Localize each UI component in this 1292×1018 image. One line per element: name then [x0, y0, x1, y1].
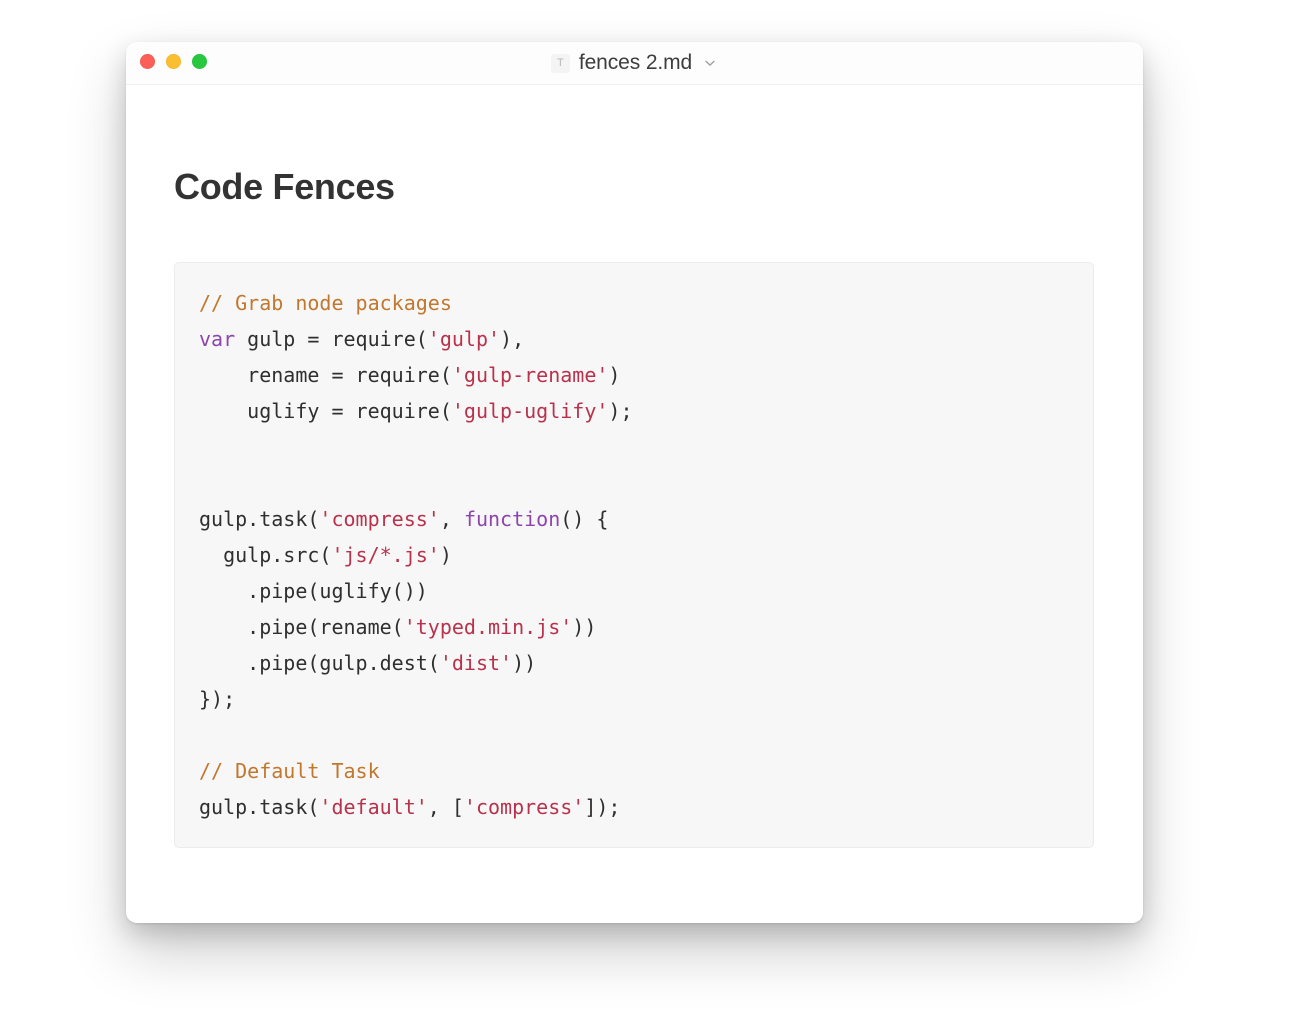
code-token-keyword: var [199, 327, 236, 351]
code-line: // Default Task [199, 753, 1093, 789]
code-token-plain: gulp.task( [199, 795, 320, 819]
window-titlebar[interactable]: T fences 2.md [126, 42, 1143, 85]
code-token-plain: rename = require( [199, 363, 452, 387]
code-token-plain: ]); [584, 795, 621, 819]
page-title: Code Fences [174, 166, 395, 207]
maximize-window-button[interactable] [192, 54, 207, 69]
screen: T fences 2.md Code Fences // Grab node p… [0, 0, 1292, 1018]
code-token-plain: )) [572, 615, 597, 639]
chevron-down-icon[interactable] [702, 55, 718, 71]
code-line: uglify = require('gulp-uglify'); [199, 393, 1093, 429]
code-line: }); [199, 681, 1093, 717]
code-token-plain: , [439, 507, 464, 531]
traffic-light-group [140, 54, 207, 69]
text-document-icon: T [550, 53, 570, 73]
code-line: var gulp = require('gulp'), [199, 321, 1093, 357]
code-token-string: 'typed.min.js' [403, 615, 573, 639]
code-token-string: 'compress' [319, 507, 440, 531]
code-line: // Grab node packages [199, 285, 1093, 321]
code-token-string: 'gulp' [427, 327, 501, 351]
code-token-plain: , [ [427, 795, 464, 819]
code-token-plain: gulp = require( [235, 327, 428, 351]
code-token-keyword: function [463, 507, 561, 531]
code-token-string: 'default' [319, 795, 428, 819]
editor-window: T fences 2.md Code Fences // Grab node p… [126, 42, 1143, 923]
code-line: .pipe(uglify()) [199, 573, 1093, 609]
code-line: .pipe(gulp.dest('dist')) [199, 645, 1093, 681]
code-token-plain: .pipe(uglify()) [199, 579, 428, 603]
code-line: gulp.src('js/*.js') [199, 537, 1093, 573]
code-line: .pipe(rename('typed.min.js')) [199, 609, 1093, 645]
code-token-plain: ), [500, 327, 525, 351]
code-token-string: 'compress' [463, 795, 585, 819]
code-line: rename = require('gulp-rename') [199, 357, 1093, 393]
code-token-plain: }); [199, 687, 236, 711]
minimize-window-button[interactable] [166, 54, 181, 69]
code-content[interactable]: // Grab node packages var gulp = require(… [175, 285, 1093, 825]
code-token-plain: () { [560, 507, 609, 531]
code-line: gulp.task('default', ['compress']); [199, 789, 1093, 825]
code-token-plain: .pipe(rename( [199, 615, 404, 639]
code-line: gulp.task('compress', function() { [199, 501, 1093, 537]
close-window-button[interactable] [140, 54, 155, 69]
code-token-string: 'gulp-rename' [451, 363, 609, 387]
code-token-comment: // Grab node packages [199, 291, 452, 315]
code-token-string: 'js/*.js' [331, 543, 440, 567]
code-token-plain: gulp.src( [199, 543, 332, 567]
code-token-comment: // Default Task [199, 759, 380, 783]
code-token-string: 'dist' [439, 651, 513, 675]
code-token-plain: )) [512, 651, 537, 675]
code-fence-block[interactable]: // Grab node packages var gulp = require(… [174, 262, 1094, 848]
window-title[interactable]: fences 2.md [579, 51, 692, 75]
code-token-plain: ) [439, 543, 452, 567]
document-body[interactable]: Code Fences // Grab node packages var gul… [126, 85, 1143, 923]
code-token-plain: gulp.task( [199, 507, 320, 531]
code-token-plain: uglify = require( [199, 399, 452, 423]
code-token-plain: ); [608, 399, 633, 423]
code-token-plain: ) [608, 363, 621, 387]
window-title-group: T fences 2.md [126, 42, 1143, 84]
code-token-string: 'gulp-uglify' [451, 399, 609, 423]
code-token-plain: .pipe(gulp.dest( [199, 651, 440, 675]
